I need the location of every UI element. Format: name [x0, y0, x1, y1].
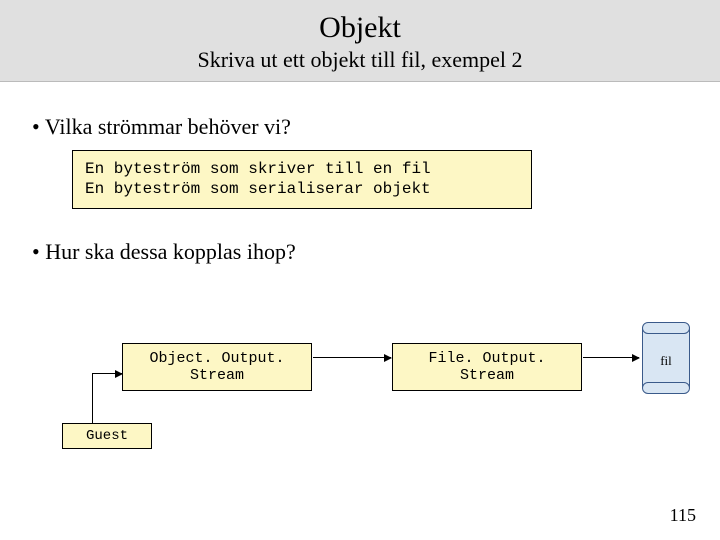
- bullet-1: Vilka strömmar behöver vi?: [32, 114, 688, 140]
- arrow-oos-to-fos: [313, 357, 391, 358]
- node-object-output-stream: Object. Output. Stream: [122, 343, 312, 391]
- slide-body: Vilka strömmar behöver vi? En byteström …: [0, 82, 720, 476]
- page-number: 115: [670, 505, 696, 526]
- slide-title: Objekt: [0, 10, 720, 46]
- connector-into-oos: [92, 373, 122, 374]
- node-file-output-stream: File. Output. Stream: [392, 343, 582, 391]
- slide-subtitle: Skriva ut ett objekt till fil, exempel 2: [0, 46, 720, 75]
- code-box: En byteström som skriver till en fil En …: [72, 150, 532, 210]
- file-label: fil: [642, 353, 690, 369]
- flow-diagram: Object. Output. Stream File. Output. Str…: [32, 305, 688, 475]
- connector-vertical: [92, 373, 93, 423]
- bullet-2: Hur ska dessa kopplas ihop?: [32, 239, 688, 265]
- arrow-fos-to-file: [583, 357, 639, 358]
- node-guest: Guest: [62, 423, 152, 449]
- slide-header: Objekt Skriva ut ett objekt till fil, ex…: [0, 0, 720, 82]
